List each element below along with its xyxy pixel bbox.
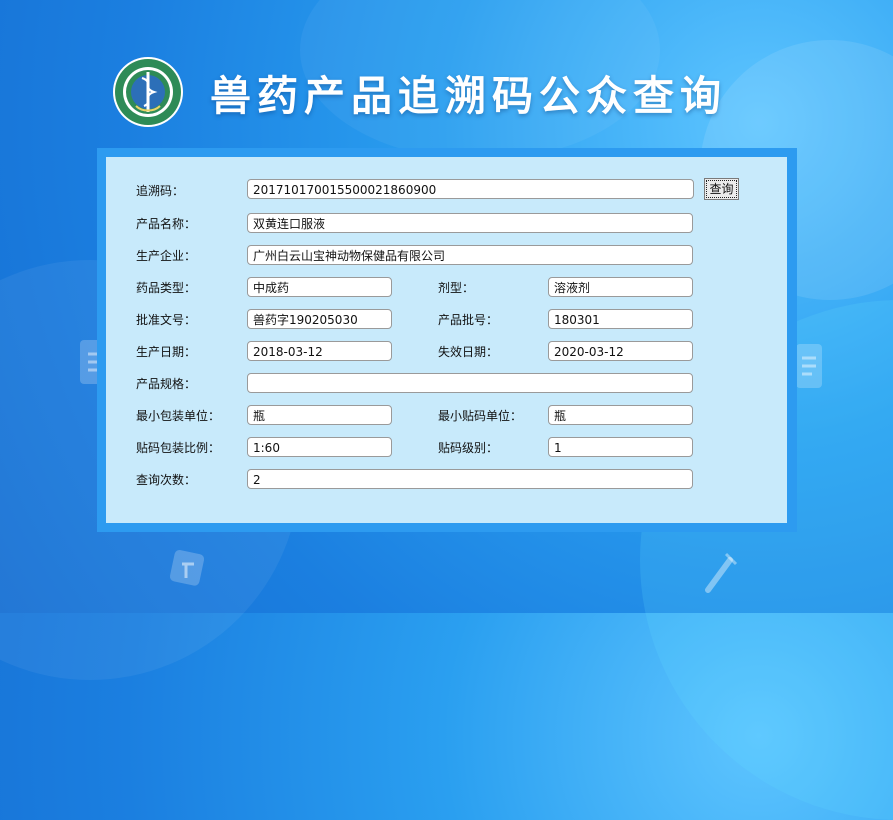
drug-type-label: 药品类型： xyxy=(136,281,197,295)
min-label-unit-field[interactable]: 瓶 xyxy=(548,405,693,425)
trace-code-input[interactable]: 20171017001550002186090​0 xyxy=(247,179,694,199)
spec-label: 产品规格： xyxy=(136,377,197,391)
label-ratio-label: 贴码包装比例： xyxy=(136,441,221,455)
spec-field[interactable] xyxy=(247,373,693,393)
query-count-field[interactable]: 2 xyxy=(247,469,693,489)
production-date-label: 生产日期： xyxy=(136,345,197,359)
approval-no-label: 批准文号： xyxy=(136,313,197,327)
expiry-date-field[interactable]: 2020-03-12 xyxy=(548,341,693,361)
query-result-panel: 追溯码： 20171017001550002186090​0 查询 产品名称： … xyxy=(97,148,797,532)
label-ratio-field[interactable]: 1:60 xyxy=(247,437,392,457)
label-level-label: 贴码级别： xyxy=(438,441,499,455)
batch-no-field[interactable]: 180301 xyxy=(548,309,693,329)
min-pack-unit-field[interactable]: 瓶 xyxy=(247,405,392,425)
production-date-field[interactable]: 2018-03-12 xyxy=(247,341,392,361)
clipboard-deco-icon xyxy=(169,549,205,586)
dosage-form-field[interactable]: 溶液剂 xyxy=(548,277,693,297)
syringe-deco-icon xyxy=(705,552,738,593)
manufacturer-field[interactable]: 广州白云山宝神动物保健品有限公司 xyxy=(247,245,693,265)
page-header: 兽药产品追溯码公众查询 xyxy=(112,56,727,128)
query-form: 追溯码： 20171017001550002186090​0 查询 产品名称： … xyxy=(106,157,787,523)
batch-no-label: 产品批号： xyxy=(438,313,499,327)
manufacturer-label: 生产企业： xyxy=(136,249,197,263)
dosage-form-label: 剂型： xyxy=(438,281,475,295)
label-level-field[interactable]: 1 xyxy=(548,437,693,457)
expiry-date-label: 失效日期： xyxy=(438,345,499,359)
page-title: 兽药产品追溯码公众查询 xyxy=(210,72,727,120)
query-button[interactable]: 查询 xyxy=(704,178,739,200)
approval-no-field[interactable]: 兽药字190205030 xyxy=(247,309,392,329)
document-deco-icon xyxy=(796,344,822,388)
min-label-unit-label: 最小贴码单位： xyxy=(438,409,523,423)
min-pack-unit-label: 最小包装单位： xyxy=(136,409,221,423)
trace-code-label: 追溯码： xyxy=(136,184,185,198)
product-name-field[interactable]: 双黄连口服液 xyxy=(247,213,693,233)
query-count-label: 查询次数： xyxy=(136,473,197,487)
product-name-label: 产品名称： xyxy=(136,217,197,231)
drug-type-field[interactable]: 中成药 xyxy=(247,277,392,297)
official-seal-logo-icon xyxy=(113,57,183,127)
